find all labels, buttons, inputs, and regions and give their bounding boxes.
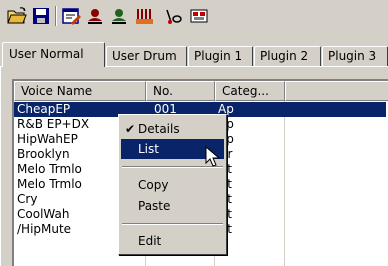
column-number[interactable]: No. (146, 81, 215, 101)
tab-plugin-1[interactable]: Plugin 1 (188, 46, 253, 66)
menu-item-label: Paste (138, 199, 171, 213)
tab-plugin-3[interactable]: Plugin 3 (322, 46, 388, 66)
plugin-chip-icon[interactable] (188, 5, 210, 27)
menu-item-copy[interactable]: Copy (121, 175, 224, 195)
menu-item-paste[interactable]: Paste (121, 196, 224, 216)
column-category[interactable]: Categ... (215, 81, 285, 101)
tab-user-normal[interactable]: User Normal (2, 42, 105, 67)
row-filler (285, 102, 386, 117)
note-icon[interactable] (162, 5, 184, 27)
column-voice-name[interactable]: Voice Name (14, 81, 146, 101)
menu-item-details[interactable]: ✔ Details (121, 119, 224, 139)
tab-user-drum[interactable]: User Drum (106, 46, 187, 66)
context-menu: ✔ Details List Copy Paste Edit (118, 114, 227, 255)
mouse-cursor-icon (205, 145, 221, 168)
menu-item-edit[interactable]: Edit (121, 231, 224, 251)
menu-item-label: List (138, 142, 159, 156)
menu-separator (122, 223, 223, 225)
menu-item-label: Edit (138, 234, 162, 248)
open-folder-icon[interactable] (6, 5, 28, 27)
checkmark-icon: ✔ (125, 122, 136, 136)
save-disk-icon[interactable] (30, 5, 52, 27)
voice-user-icon[interactable] (84, 5, 106, 27)
bank-icon[interactable] (134, 5, 156, 27)
toolbar (0, 0, 388, 32)
menu-item-label: Copy (138, 178, 169, 192)
edit-properties-icon[interactable] (60, 5, 82, 27)
toolbar-separator (55, 6, 57, 26)
menu-item-label: Details (138, 122, 180, 136)
list-header: Voice Name No. Categ... (14, 81, 388, 101)
column-filler (285, 81, 388, 101)
tab-plugin-2[interactable]: Plugin 2 (254, 46, 321, 66)
voice-drum-icon[interactable] (108, 5, 130, 27)
tab-strip: User Normal User Drum Plugin 1 Plugin 2 … (0, 40, 388, 67)
